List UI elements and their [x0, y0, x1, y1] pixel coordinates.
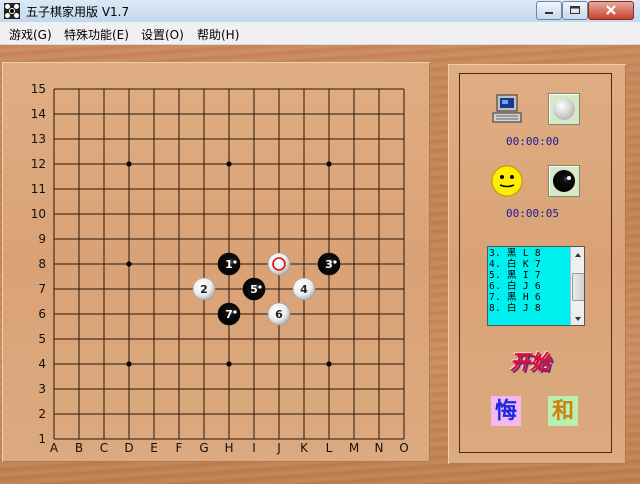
move-number: 7	[225, 308, 233, 321]
white-stone-icon	[553, 98, 575, 120]
star-point	[226, 161, 232, 167]
column-label: E	[150, 441, 158, 455]
column-label: D	[124, 441, 133, 455]
column-label: K	[300, 441, 309, 455]
star-point	[226, 361, 232, 367]
move-list-scrollbar[interactable]	[570, 247, 584, 325]
column-label: M	[349, 441, 359, 455]
move-number: 6	[275, 308, 283, 321]
row-label: 8	[38, 257, 46, 271]
scroll-down-button[interactable]	[571, 311, 584, 325]
move-list-rows: 3. 黑 L 8 4. 白 K 7 5. 黑 I 7 6. 白 J 6 7. 黑 H 6…	[489, 248, 569, 314]
human-player	[490, 164, 523, 197]
row-label: 14	[31, 107, 46, 121]
column-label: N	[375, 441, 384, 455]
move-number: 4	[300, 283, 308, 296]
move-number: 2	[200, 283, 208, 296]
column-label: L	[326, 441, 333, 455]
computer-player	[491, 93, 523, 125]
move-list-item[interactable]: 4. 白 K 7	[489, 259, 569, 270]
column-label: B	[75, 441, 83, 455]
row-label: 5	[38, 332, 46, 346]
row-label: 3	[38, 382, 46, 396]
move-number: 5	[250, 283, 258, 296]
column-label: J	[276, 441, 281, 455]
draw-button[interactable]: 和	[548, 396, 578, 426]
column-label: C	[100, 441, 108, 455]
column-label: G	[199, 441, 208, 455]
white-stone[interactable]	[267, 252, 291, 276]
stone-highlight	[258, 285, 262, 289]
row-label: 15	[31, 82, 46, 96]
arrow-up-icon	[575, 253, 581, 257]
row-label: 2	[38, 407, 46, 421]
human-timer: 00:00:05	[506, 207, 559, 220]
scroll-up-button[interactable]	[571, 247, 584, 261]
black-stone-icon	[553, 170, 575, 192]
star-point	[126, 161, 132, 167]
column-label: O	[399, 441, 408, 455]
move-list[interactable]: 3. 黑 L 8 4. 白 K 7 5. 黑 I 7 6. 白 J 6 7. 黑 H 6…	[487, 246, 585, 326]
scroll-thumb[interactable]	[572, 273, 584, 301]
move-number: 3	[325, 258, 333, 271]
move-list-item[interactable]: 8. 白 J 8	[489, 303, 569, 314]
column-label: H	[224, 441, 233, 455]
arrow-down-icon	[575, 317, 581, 321]
computer-icon	[492, 94, 522, 123]
column-label: F	[176, 441, 183, 455]
row-label: 13	[31, 132, 46, 146]
column-label: I	[252, 441, 256, 455]
row-label: 6	[38, 307, 46, 321]
gomoku-board[interactable]: A B C D E F G H I J K L M N O1234567891011121314151234…	[0, 0, 640, 484]
star-point	[326, 161, 332, 167]
star-point	[126, 261, 132, 267]
row-label: 1	[38, 432, 46, 446]
move-list-item[interactable]: 6. 白 J 6	[489, 281, 569, 292]
row-label: 12	[31, 157, 46, 171]
row-label: 4	[38, 357, 46, 371]
stone-highlight	[233, 260, 237, 264]
stone-highlight	[333, 260, 337, 264]
stone-highlight	[233, 310, 237, 314]
computer-timer: 00:00:00	[506, 135, 559, 148]
row-label: 9	[38, 232, 46, 246]
human-stone-indicator	[548, 165, 580, 197]
star-point	[326, 361, 332, 367]
start-button[interactable]: 开始	[510, 346, 550, 375]
row-label: 7	[38, 282, 46, 296]
row-label: 11	[31, 182, 46, 196]
star-point	[126, 361, 132, 367]
move-list-item[interactable]: 3. 黑 L 8	[489, 248, 569, 259]
column-label: A	[50, 441, 59, 455]
row-label: 10	[31, 207, 46, 221]
smiley-icon	[491, 165, 523, 197]
move-list-item[interactable]: 7. 黑 H 6	[489, 292, 569, 303]
computer-stone-indicator	[548, 93, 580, 125]
undo-button[interactable]: 悔	[491, 396, 521, 426]
move-number: 1	[225, 258, 233, 271]
move-list-item[interactable]: 5. 黑 I 7	[489, 270, 569, 281]
